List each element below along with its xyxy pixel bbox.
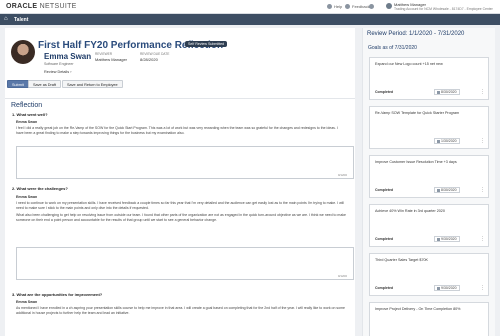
goal-name: Achieve 40% Win Rate in 3rd quarter 2020 xyxy=(375,209,445,213)
feedback-icon xyxy=(345,4,350,9)
status-badge: Self Review Submitted xyxy=(185,41,228,47)
submit-button[interactable]: Submit xyxy=(7,80,29,88)
answer-paragraph: What also been challenging to get help o… xyxy=(16,213,346,222)
goal-status: Completed xyxy=(375,188,394,192)
more-icon[interactable]: ⋮ xyxy=(480,139,485,144)
employee-name: Emma Swan xyxy=(44,52,92,61)
goal-name: Expand our New Logo count +15 net new xyxy=(375,62,443,66)
goals-as-of: Goals as of 7/31/2020 xyxy=(368,45,417,51)
goal-status: Completed xyxy=(375,237,394,241)
nav-bar: ⌂ Talent xyxy=(0,14,500,25)
goal-date[interactable]: 1/30/2020 xyxy=(434,138,460,144)
logo-oracle: ORACLE xyxy=(6,3,38,10)
goal-name: Improve Customer Issue Resolution Time +… xyxy=(375,160,457,164)
review-header: First Half FY20 Performance Reflection S… xyxy=(5,28,355,98)
feedback-label: Feedback xyxy=(352,4,370,9)
help-icon xyxy=(327,4,332,9)
save-return-button[interactable]: Save and Return to Employee xyxy=(62,80,123,88)
goal-date[interactable]: 9/30/2020 xyxy=(434,236,460,242)
goal-card[interactable]: Third Quarter Sales Target $70K Complete… xyxy=(369,253,489,296)
reflection-section: Reflection 1. What went well? Emma Swan … xyxy=(5,98,355,336)
answer-author: Emma Swan xyxy=(16,120,38,124)
answer-paragraph: I need to continue to work on my present… xyxy=(16,201,344,210)
char-counter: 0/1200 xyxy=(337,173,347,177)
goals-panel: Review Period: 1/1/2020 - 7/31/2020 Goal… xyxy=(362,28,495,336)
logo-netsuite: NETSUITE xyxy=(39,3,77,10)
search-icon xyxy=(369,4,374,9)
answer-author: Emma Swan xyxy=(16,195,38,199)
answer-1: Emma Swan I feel I did a really great jo… xyxy=(16,120,346,135)
employee-role: Software Engineer xyxy=(44,62,74,66)
goal-name: Improve Project Delivery - On Time Compl… xyxy=(375,307,461,311)
review-main-panel: First Half FY20 Performance Reflection S… xyxy=(5,28,355,336)
help-link[interactable]: Help xyxy=(327,4,342,9)
answer-text: I feel I did a really great job on the R… xyxy=(16,126,346,135)
employee-avatar xyxy=(11,40,35,64)
goal-status: Completed xyxy=(375,90,394,94)
search-link[interactable] xyxy=(369,4,374,9)
top-bar: ORACLE NETSUITE Help Feedback Matthew Ma… xyxy=(0,0,500,14)
comment-textarea-2[interactable]: 0/1200 xyxy=(16,247,354,280)
goal-name: Re-Vamp SOW Template for Quick Starter P… xyxy=(375,111,460,115)
goal-card[interactable]: Expand our New Logo count +15 net new Co… xyxy=(369,57,489,100)
more-icon[interactable]: ⋮ xyxy=(480,237,485,242)
feedback-link[interactable]: Feedback xyxy=(345,4,370,9)
review-details-toggle[interactable]: Review Details › xyxy=(44,70,71,74)
goal-card[interactable]: Improve Customer Issue Resolution Time +… xyxy=(369,155,489,198)
reviewer-label: REVIEWER xyxy=(95,52,113,56)
answer-paragraph: As mentioned I have enrolled in a ch asp… xyxy=(16,306,345,315)
answer-paragraph: I feel I did a really great job on the R… xyxy=(16,126,338,135)
review-details-label: Review Details xyxy=(44,70,70,74)
chevron-down-icon: › xyxy=(70,70,72,74)
char-counter: 0/1200 xyxy=(337,274,347,278)
comment-textarea-1[interactable]: 0/1200 xyxy=(16,146,354,179)
home-icon[interactable]: ⌂ xyxy=(4,16,11,23)
goal-card[interactable]: Re-Vamp SOW Template for Quick Starter P… xyxy=(369,106,489,149)
goal-date[interactable]: 8/30/2020 xyxy=(434,89,460,95)
save-draft-button[interactable]: Save as Draft xyxy=(28,80,62,88)
netsuite-logo[interactable]: ORACLE NETSUITE xyxy=(6,3,77,10)
due-date-label: REVIEW DUE DATE xyxy=(140,52,170,56)
due-date-value: 8/28/2020 xyxy=(140,57,158,62)
goal-status: Completed xyxy=(375,286,394,290)
more-icon[interactable]: ⋮ xyxy=(480,286,485,291)
answer-2: Emma Swan I need to continue to work on … xyxy=(16,195,346,222)
more-icon[interactable]: ⋮ xyxy=(480,188,485,193)
user-menu[interactable]: Matthew Manager Trading Account for NCM … xyxy=(394,2,493,12)
answer-3: Emma Swan As mentioned I have enrolled i… xyxy=(16,300,346,315)
answer-text: I need to continue to work on my present… xyxy=(16,201,346,222)
section-title: Reflection xyxy=(11,102,43,109)
question-1: 1. What went well? xyxy=(12,112,48,117)
goal-date[interactable]: 8/30/2020 xyxy=(434,187,460,193)
user-role: Trading Account for NCM Wholesale - 8174… xyxy=(394,7,493,11)
user-avatar[interactable] xyxy=(386,3,392,9)
more-icon[interactable]: ⋮ xyxy=(480,90,485,95)
review-period: Review Period: 1/1/2020 - 7/31/2020 xyxy=(367,31,465,37)
answer-author: Emma Swan xyxy=(16,300,38,304)
answer-text: As mentioned I have enrolled in a ch asp… xyxy=(16,306,346,315)
goal-card[interactable]: Achieve 40% Win Rate in 3rd quarter 2020… xyxy=(369,204,489,247)
nav-talent[interactable]: Talent xyxy=(14,17,28,23)
help-label: Help xyxy=(334,4,343,9)
goal-name: Third Quarter Sales Target $70K xyxy=(375,258,429,262)
question-3: 3. What are the opportunities for improv… xyxy=(12,292,103,297)
goal-date[interactable]: 9/30/2020 xyxy=(434,285,460,291)
question-2: 2. What were the challenges? xyxy=(12,186,68,191)
reviewer-value: Matthew Manager xyxy=(95,57,128,62)
goal-card[interactable]: Improve Project Delivery - On Time Compl… xyxy=(369,302,489,336)
